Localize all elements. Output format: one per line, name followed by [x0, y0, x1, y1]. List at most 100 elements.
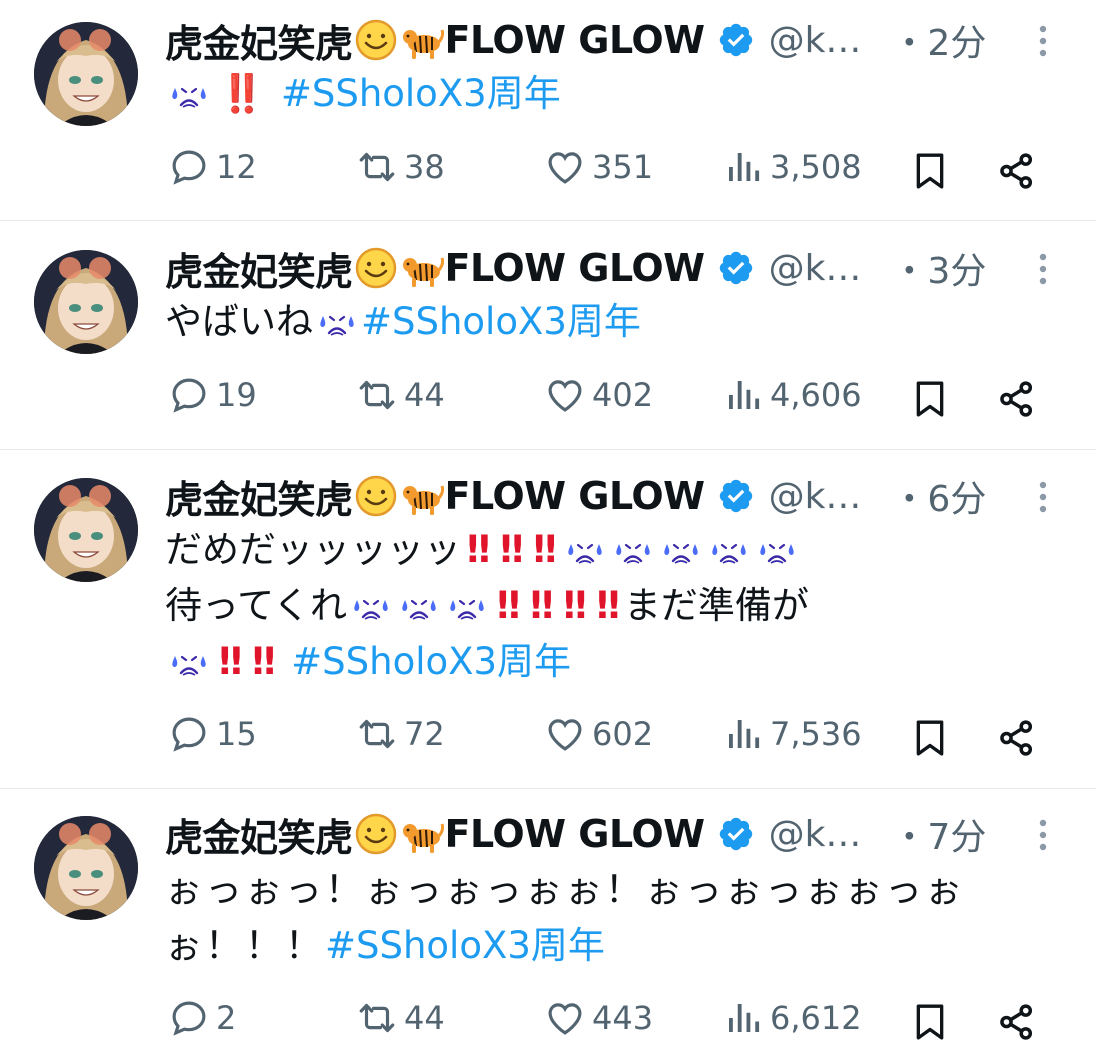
- action-bar: 12 38 351 3,508: [0, 146, 1096, 196]
- hashtag-link[interactable]: #SSholoX3周年: [361, 300, 641, 343]
- more-icon[interactable]: [1036, 480, 1050, 514]
- author-name-suffix[interactable]: FLOW GLOW: [445, 812, 706, 856]
- avatar[interactable]: [34, 250, 138, 354]
- double-exclamation-icon: ‼: [530, 584, 553, 627]
- retweet-button[interactable]: 72: [356, 713, 445, 755]
- reply-count: 12: [216, 148, 257, 186]
- reply-button[interactable]: 2: [168, 997, 236, 1039]
- view-count: 6,612: [770, 999, 862, 1037]
- double-exclamation-icon: ‼: [252, 640, 275, 683]
- author-handle[interactable]: @k…: [769, 476, 862, 517]
- like-icon: [544, 374, 586, 416]
- reply-icon: [168, 713, 210, 755]
- author-name-suffix[interactable]: FLOW GLOW: [445, 246, 706, 290]
- sweat-emoji-icon: [169, 81, 209, 111]
- smile-emoji-icon: [354, 18, 398, 62]
- hashtag-link[interactable]: #SSholoX3周年: [325, 924, 605, 967]
- retweet-button[interactable]: 44: [356, 374, 445, 416]
- share-icon[interactable]: [996, 378, 1038, 420]
- views-button[interactable]: 4,606: [722, 374, 862, 416]
- reply-button[interactable]: 19: [168, 374, 257, 416]
- tweet-line: だめだッッッッッ: [165, 528, 461, 571]
- reply-button[interactable]: 15: [168, 713, 257, 755]
- bookmark-icon[interactable]: [910, 716, 950, 760]
- bookmark-icon[interactable]: [910, 377, 950, 421]
- verified-badge-icon[interactable]: [717, 21, 755, 59]
- view-count: 7,536: [770, 715, 862, 753]
- views-button[interactable]: 3,508: [722, 146, 862, 188]
- tweet-text: やばいね #SSholoX3周年: [165, 294, 641, 350]
- double-exclamation-icon: ‼: [500, 528, 523, 571]
- tiger-emoji-icon: [400, 246, 444, 290]
- like-button[interactable]: 351: [544, 146, 653, 188]
- avatar[interactable]: [34, 478, 138, 582]
- sweat-emoji-icon: [351, 593, 391, 623]
- smile-emoji-icon: [354, 812, 398, 856]
- retweet-button[interactable]: 44: [356, 997, 445, 1039]
- sweat-emoji-icon: [661, 537, 701, 567]
- tweet-header: 虎金妃笑虎 FLOW GLOW @k… ・7分: [165, 808, 986, 860]
- bookmark-icon[interactable]: [910, 149, 950, 193]
- tiger-emoji-icon: [400, 18, 444, 62]
- tweet-line: やばいね: [165, 300, 313, 343]
- double-exclamation-icon: ‼: [533, 528, 556, 571]
- author-name[interactable]: 虎金妃笑虎: [165, 807, 353, 862]
- share-icon[interactable]: [996, 717, 1038, 759]
- sweat-emoji-icon: [565, 537, 605, 567]
- views-button[interactable]: 7,536: [722, 713, 862, 755]
- author-handle[interactable]: @k…: [769, 814, 862, 855]
- action-bar: 19 44 402 4,606: [0, 374, 1096, 424]
- author-name-suffix[interactable]: FLOW GLOW: [445, 474, 706, 518]
- like-icon: [544, 713, 586, 755]
- views-icon: [722, 713, 764, 755]
- hashtag-link[interactable]: #SSholoX3周年: [281, 72, 561, 115]
- like-button[interactable]: 402: [544, 374, 653, 416]
- avatar[interactable]: [34, 816, 138, 920]
- verified-badge-icon[interactable]: [717, 249, 755, 287]
- more-icon[interactable]: [1036, 24, 1050, 58]
- author-handle[interactable]: @k…: [769, 20, 862, 61]
- sweat-emoji-icon: [709, 537, 749, 567]
- verified-badge-icon[interactable]: [717, 815, 755, 853]
- reply-button[interactable]: 12: [168, 146, 257, 188]
- action-bar: 15 72 602 7,536: [0, 713, 1096, 763]
- author-handle[interactable]: @k…: [769, 248, 862, 289]
- author-name-suffix[interactable]: FLOW GLOW: [445, 18, 706, 62]
- double-exclamation-icon: ‼: [219, 640, 242, 683]
- tweet-line: まだ準備が: [623, 584, 809, 627]
- reply-count: 15: [216, 715, 257, 753]
- sweat-emoji-icon: [169, 649, 209, 679]
- double-exclamation-icon: ‼: [497, 584, 520, 627]
- timestamp[interactable]: ・7分: [891, 808, 986, 860]
- sweat-emoji-icon: [757, 537, 797, 567]
- author-name[interactable]: 虎金妃笑虎: [165, 469, 353, 524]
- more-icon[interactable]: [1036, 818, 1050, 852]
- verified-badge-icon[interactable]: [717, 477, 755, 515]
- author-name[interactable]: 虎金妃笑虎: [165, 13, 353, 68]
- timestamp[interactable]: ・2分: [891, 14, 986, 66]
- tiger-emoji-icon: [400, 812, 444, 856]
- author-name[interactable]: 虎金妃笑虎: [165, 241, 353, 296]
- more-icon[interactable]: [1036, 252, 1050, 286]
- like-button[interactable]: 443: [544, 997, 653, 1039]
- divider: [0, 220, 1096, 221]
- tweet-text: ぉっぉっ！ぉっぉっぉぉ！ぉっぉっぉぉっぉ ぉ！！！#SSholoX3周年: [165, 862, 965, 974]
- share-icon[interactable]: [996, 1001, 1038, 1043]
- like-button[interactable]: 602: [544, 713, 653, 755]
- tweet-line: ぉ！！！: [165, 924, 325, 967]
- smile-emoji-icon: [354, 246, 398, 290]
- views-button[interactable]: 6,612: [722, 997, 862, 1039]
- retweet-button[interactable]: 38: [356, 146, 445, 188]
- view-count: 4,606: [770, 376, 862, 414]
- retweet-count: 44: [404, 999, 445, 1037]
- double-exclamation-icon: ‼: [596, 584, 620, 627]
- timestamp[interactable]: ・3分: [891, 242, 986, 294]
- share-icon[interactable]: [996, 150, 1038, 192]
- timestamp[interactable]: ・6分: [891, 470, 986, 522]
- tweet-header: 虎金妃笑虎 FLOW GLOW @k… ・3分: [165, 242, 986, 294]
- like-count: 443: [592, 999, 654, 1037]
- bookmark-icon[interactable]: [910, 1000, 950, 1044]
- avatar[interactable]: [34, 22, 138, 126]
- hashtag-link[interactable]: #SSholoX3周年: [291, 640, 571, 683]
- reply-icon: [168, 374, 210, 416]
